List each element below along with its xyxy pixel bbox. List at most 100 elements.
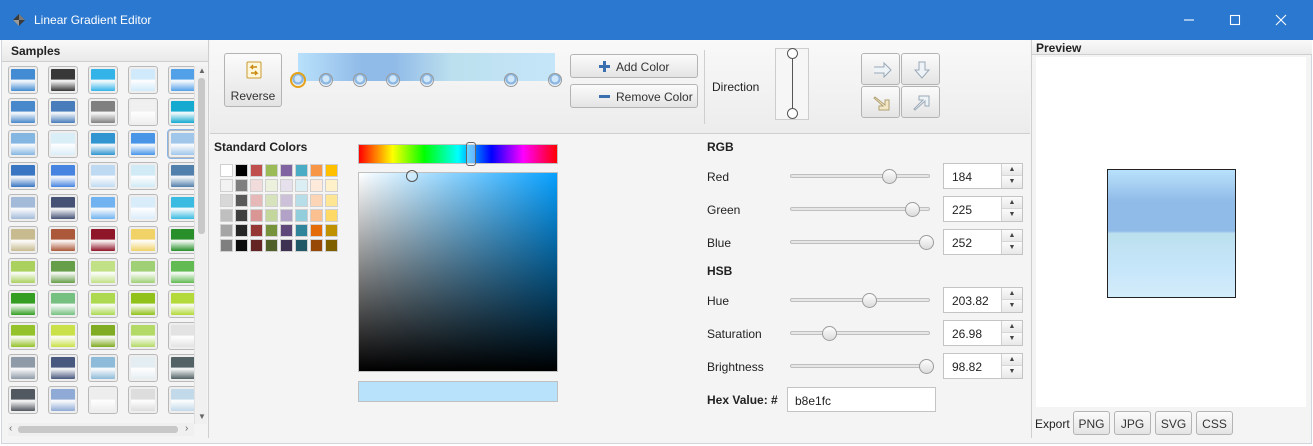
export-css-button[interactable]: CSS [1196,411,1233,435]
standard-color-swatch[interactable] [310,224,323,237]
maximize-button[interactable] [1212,0,1258,40]
sample-gradient-swatch[interactable] [88,354,118,382]
export-jpg-button[interactable]: JPG [1114,411,1151,435]
direction-down-button[interactable] [901,53,940,85]
export-png-button[interactable]: PNG [1073,411,1110,435]
standard-color-swatch[interactable] [310,209,323,222]
brightness-slider-track[interactable] [790,364,930,368]
standard-color-swatch[interactable] [220,209,233,222]
direction-start-handle[interactable] [787,48,798,59]
standard-color-swatch[interactable] [295,224,308,237]
blue-value[interactable]: 252 [952,236,972,250]
sample-gradient-swatch[interactable] [88,322,118,350]
hue-spinner[interactable]: 203.82 ▲ ▼ [943,287,1023,313]
sample-gradient-swatch[interactable] [88,226,118,254]
sample-gradient-swatch[interactable] [88,258,118,286]
sample-gradient-swatch[interactable] [48,226,78,254]
sample-gradient-swatch[interactable] [48,162,78,190]
standard-color-swatch[interactable] [325,179,338,192]
standard-color-swatch[interactable] [250,224,263,237]
hue-value[interactable]: 203.82 [952,294,989,308]
saturation-spinner[interactable]: 26.98 ▲ ▼ [943,320,1023,346]
standard-color-swatch[interactable] [280,209,293,222]
red-value[interactable]: 184 [952,170,972,184]
standard-color-swatch[interactable] [295,164,308,177]
sample-gradient-swatch[interactable] [88,386,118,414]
sample-gradient-swatch[interactable] [168,258,194,286]
sample-gradient-swatch[interactable] [128,258,158,286]
saturation-slider-track[interactable] [790,331,930,335]
direction-end-handle[interactable] [787,108,798,119]
standard-color-swatch[interactable] [250,164,263,177]
sample-gradient-swatch[interactable] [88,162,118,190]
sample-gradient-swatch[interactable] [128,290,158,318]
blue-slider-knob[interactable] [919,235,934,250]
standard-color-swatch[interactable] [325,239,338,252]
standard-color-swatch[interactable] [265,239,278,252]
standard-color-swatch[interactable] [265,164,278,177]
standard-color-swatch[interactable] [220,239,233,252]
gradient-stop[interactable] [419,73,434,87]
minimize-button[interactable] [1166,0,1212,40]
sample-gradient-swatch[interactable] [48,290,78,318]
sample-gradient-swatch[interactable] [88,66,118,94]
remove-color-button[interactable]: Remove Color [570,84,698,108]
standard-color-swatch[interactable] [280,164,293,177]
standard-color-swatch[interactable] [325,194,338,207]
standard-color-swatch[interactable] [235,224,248,237]
sample-gradient-swatch[interactable] [128,194,158,222]
standard-color-swatch[interactable] [235,239,248,252]
green-slider-knob[interactable] [905,202,920,217]
sample-gradient-swatch[interactable] [8,386,38,414]
sample-gradient-swatch[interactable] [88,98,118,126]
standard-color-swatch[interactable] [235,209,248,222]
spinner-down-icon[interactable]: ▼ [1001,209,1022,221]
spinner-down-icon[interactable]: ▼ [1001,176,1022,188]
gradient-stop[interactable] [352,73,367,87]
scrollbar-thumb[interactable] [18,426,178,433]
standard-color-swatch[interactable] [265,194,278,207]
red-slider-knob[interactable] [882,169,897,184]
sample-gradient-swatch[interactable] [168,354,194,382]
sample-gradient-swatch[interactable] [168,386,194,414]
standard-color-swatch[interactable] [280,239,293,252]
sample-gradient-swatch[interactable] [48,354,78,382]
gradient-stop[interactable] [504,73,519,87]
add-color-button[interactable]: Add Color [570,54,698,78]
sample-gradient-swatch[interactable] [128,386,158,414]
brightness-value[interactable]: 98.82 [952,360,982,374]
sample-gradient-swatch[interactable] [8,226,38,254]
samples-horizontal-scrollbar[interactable]: ‹ › [8,423,194,436]
standard-color-swatch[interactable] [265,224,278,237]
standard-color-swatch[interactable] [295,209,308,222]
sample-gradient-swatch[interactable] [48,322,78,350]
direction-control[interactable] [775,48,809,120]
spinner-down-icon[interactable]: ▼ [1001,366,1022,378]
standard-color-swatch[interactable] [235,179,248,192]
sample-gradient-swatch[interactable] [168,290,194,318]
spinner-down-icon[interactable]: ▼ [1001,300,1022,312]
sample-gradient-swatch[interactable] [8,66,38,94]
sample-gradient-swatch[interactable] [48,130,78,158]
export-svg-button[interactable]: SVG [1155,411,1192,435]
gradient-stop[interactable] [319,73,334,87]
saturation-value[interactable]: 26.98 [952,327,982,341]
standard-color-swatch[interactable] [235,164,248,177]
standard-color-swatch[interactable] [310,179,323,192]
color-picker-cursor[interactable] [406,170,418,182]
sample-gradient-swatch[interactable] [168,194,194,222]
standard-color-swatch[interactable] [310,194,323,207]
spinner-down-icon[interactable]: ▼ [1001,333,1022,345]
hue-value-slider-knob[interactable] [862,293,877,308]
standard-color-swatch[interactable] [280,194,293,207]
sample-gradient-swatch[interactable] [8,98,38,126]
sample-gradient-swatch[interactable] [88,130,118,158]
standard-color-swatch[interactable] [280,224,293,237]
sample-gradient-swatch[interactable] [8,290,38,318]
samples-vertical-scrollbar[interactable]: ▲ ▼ [194,66,207,424]
hue-value-slider-track[interactable] [790,298,930,302]
sample-gradient-swatch[interactable] [48,258,78,286]
standard-color-swatch[interactable] [265,179,278,192]
sample-gradient-swatch[interactable] [128,66,158,94]
standard-color-swatch[interactable] [250,194,263,207]
